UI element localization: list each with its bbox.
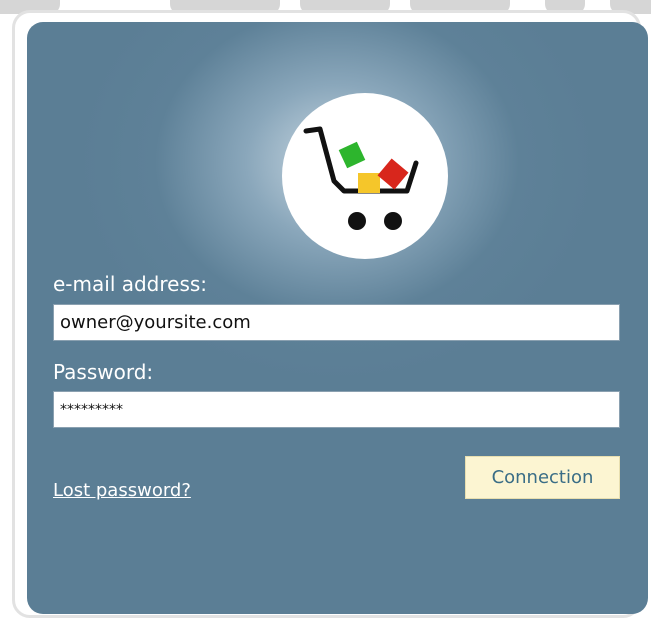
cart-wheel: [348, 212, 366, 230]
password-label: Password:: [53, 360, 154, 384]
cart-wheel: [384, 212, 402, 230]
red-box: [377, 158, 409, 190]
email-label: e-mail address:: [53, 272, 208, 296]
lost-password-link[interactable]: Lost password?: [53, 480, 191, 501]
yellow-box: [358, 173, 380, 193]
shopping-cart-icon: [303, 126, 419, 230]
password-field[interactable]: [53, 391, 620, 428]
green-box: [338, 141, 366, 169]
connection-button[interactable]: Connection: [465, 456, 620, 499]
logo: [282, 93, 448, 259]
email-field[interactable]: [53, 304, 620, 341]
